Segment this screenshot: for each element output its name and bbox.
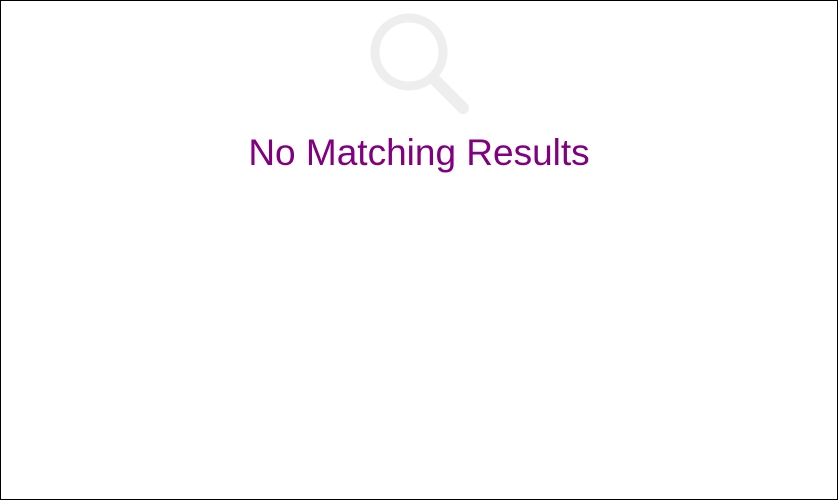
search-icon: [367, 10, 473, 114]
empty-state: No Matching Results: [1, 1, 837, 499]
no-results-message: No Matching Results: [248, 132, 590, 173]
results-panel: No Matching Results: [0, 0, 838, 500]
